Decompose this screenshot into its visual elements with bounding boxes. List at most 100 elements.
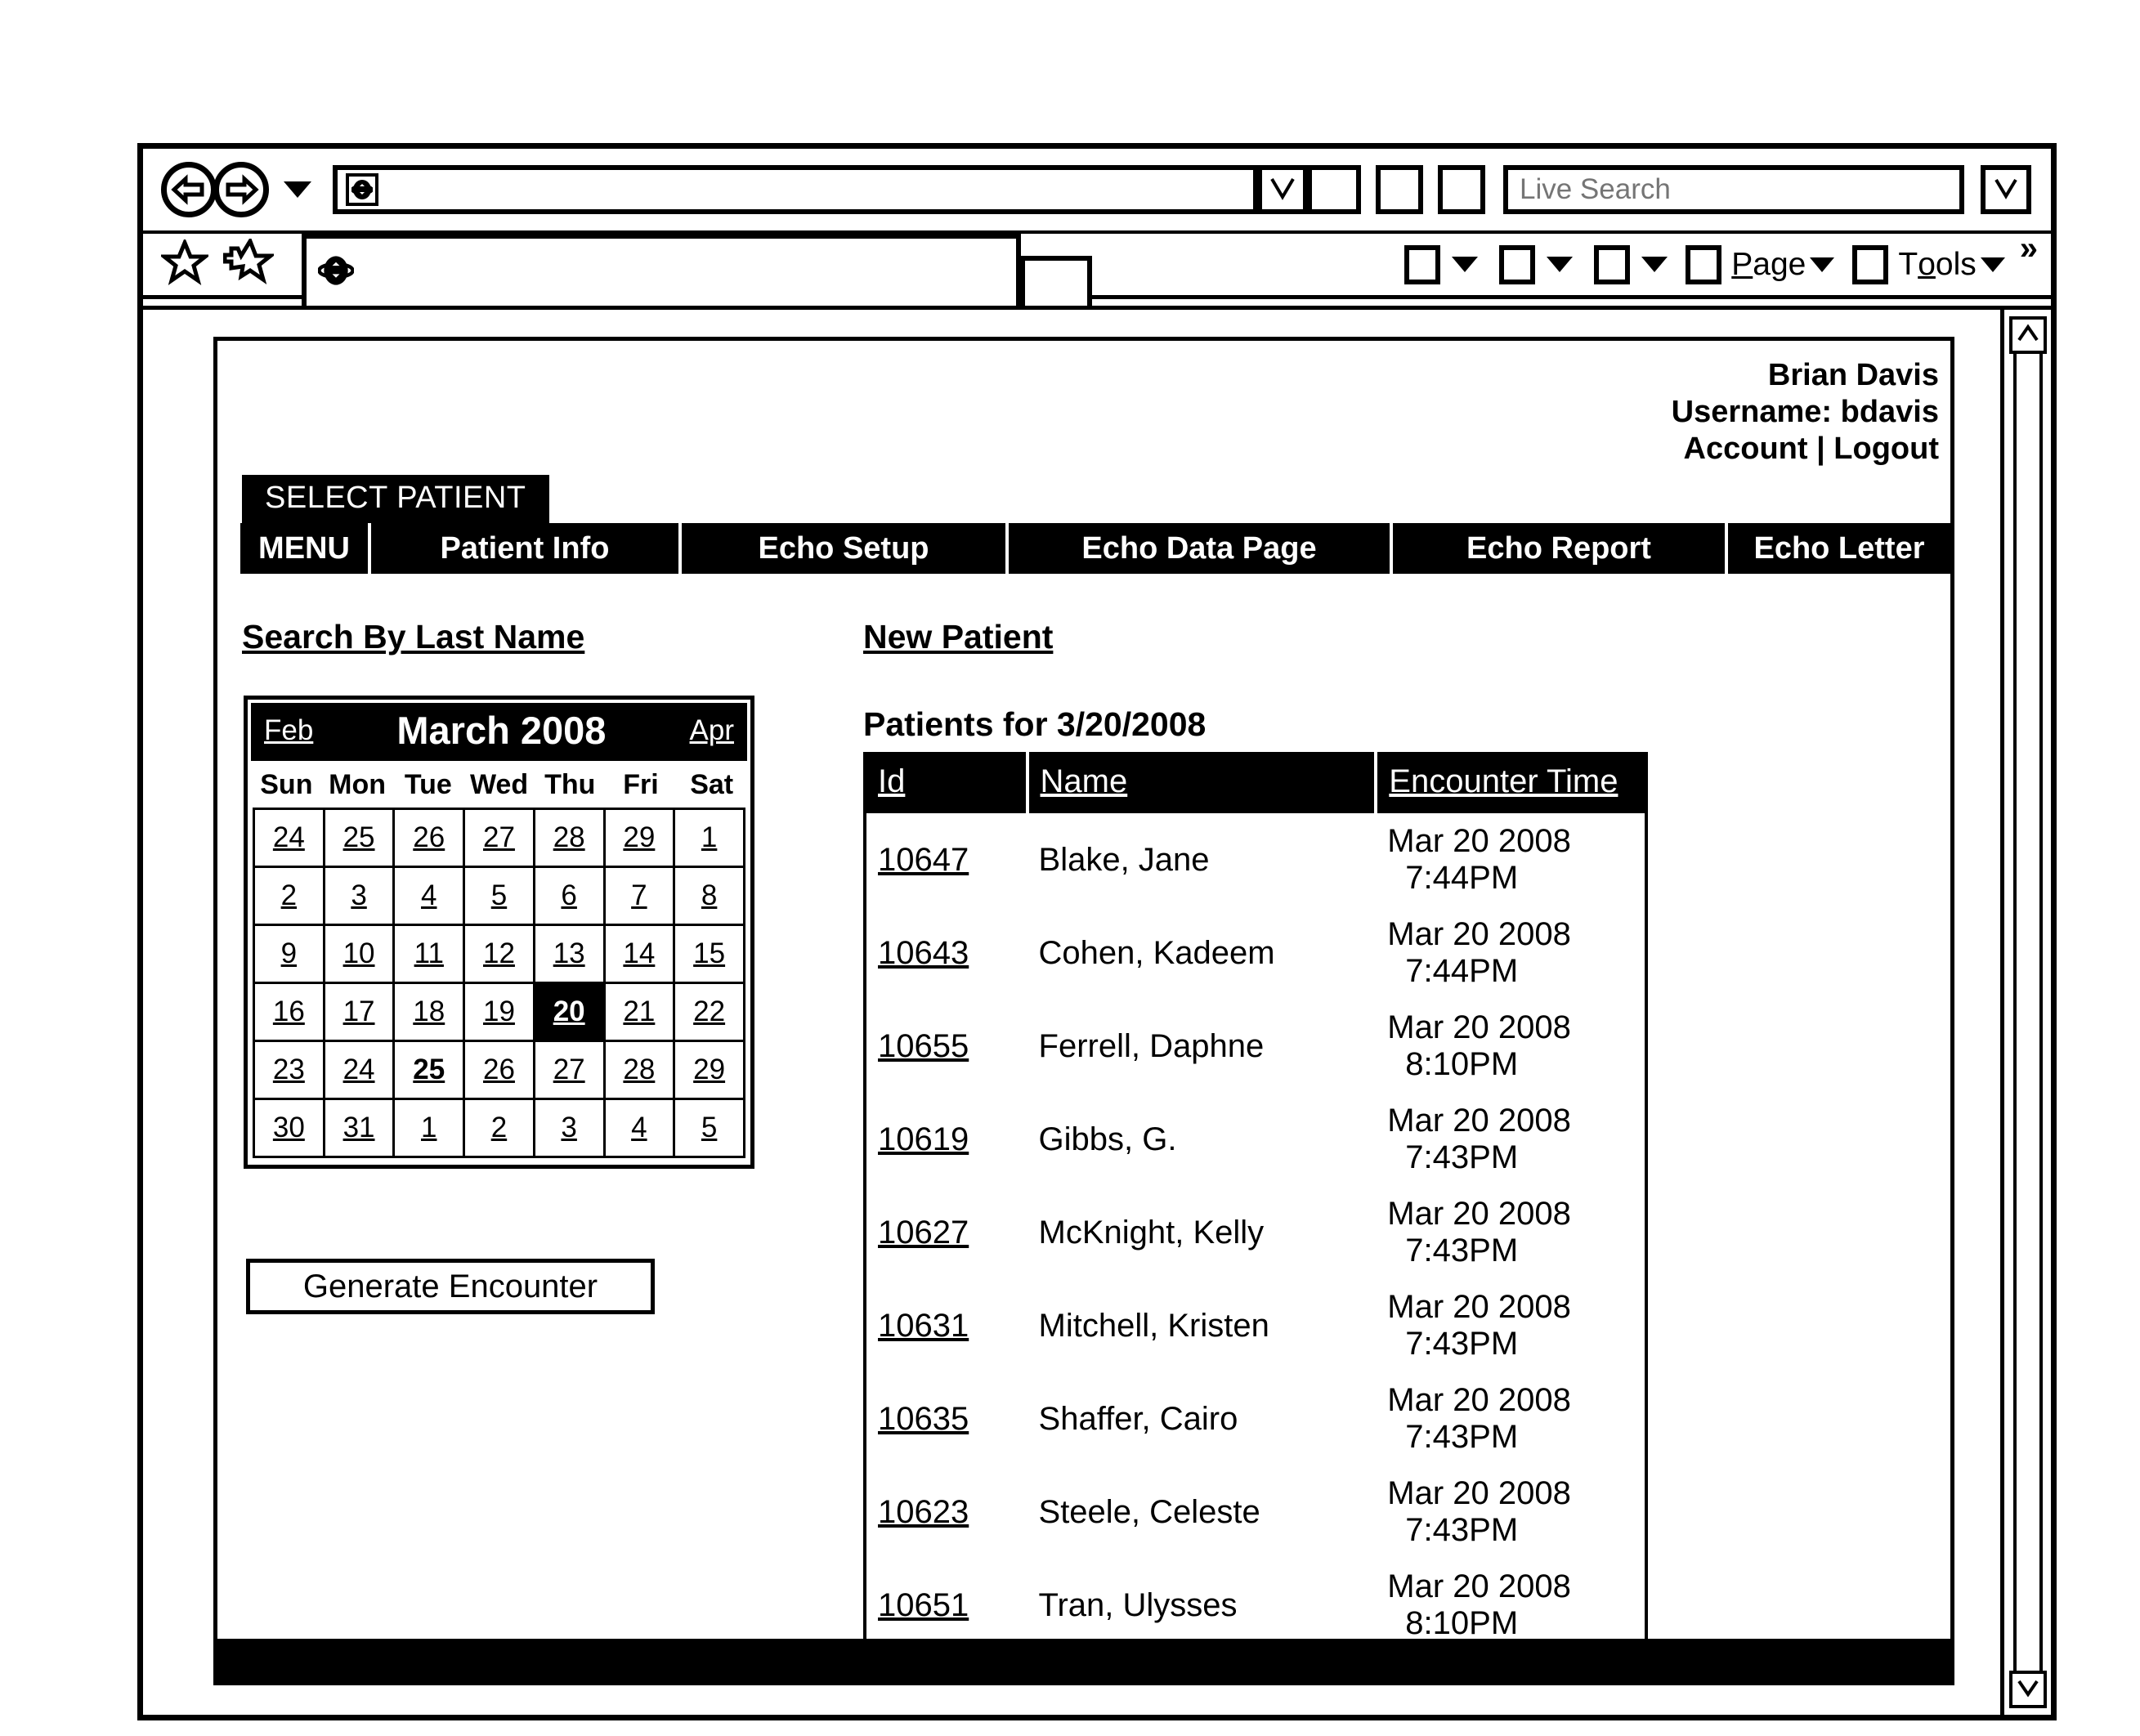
patient-id-link[interactable]: 10635 [878, 1401, 969, 1437]
address-bar[interactable] [333, 165, 1258, 214]
calendar-day-link[interactable]: 8 [701, 879, 717, 912]
calendar-day-cell[interactable]: 12 [463, 924, 535, 985]
calendar-day-link[interactable]: 18 [413, 996, 445, 1028]
calendar-day-link[interactable]: 4 [421, 879, 437, 912]
calendar-day-cell[interactable]: 3 [532, 1098, 606, 1159]
calendar-day-cell[interactable]: 30 [253, 1098, 325, 1159]
tools-menu-button[interactable]: To ols [1898, 247, 2005, 283]
calendar-day-cell[interactable]: 17 [322, 982, 396, 1043]
feeds-icon[interactable] [1499, 244, 1536, 284]
calendar-day-link[interactable]: 27 [483, 821, 515, 854]
calendar-day-cell[interactable]: 27 [463, 808, 535, 869]
calendar-day-link[interactable]: 29 [623, 821, 655, 854]
calendar-day-cell[interactable]: 9 [253, 924, 325, 985]
calendar-day-cell[interactable]: 11 [392, 924, 466, 985]
calendar-day-cell[interactable]: 23 [253, 1040, 325, 1101]
calendar-day-cell[interactable]: 25 [392, 1040, 466, 1101]
address-dropdown-button[interactable] [1257, 165, 1308, 214]
patient-id-link[interactable]: 10623 [878, 1494, 969, 1530]
nav-item-echo-data-page[interactable]: Echo Data Page [1009, 523, 1393, 575]
tools-icon[interactable] [1852, 244, 1889, 284]
calendar-day-link[interactable]: 22 [693, 996, 725, 1028]
calendar-day-link[interactable]: 30 [273, 1112, 305, 1144]
calendar-day-link[interactable]: 25 [413, 1054, 445, 1086]
calendar-prev-month-link[interactable]: Feb [264, 714, 313, 747]
nav-item-patient-info[interactable]: Patient Info [371, 523, 682, 575]
address-input[interactable] [378, 173, 1253, 206]
patient-id-link[interactable]: 10651 [878, 1587, 969, 1623]
calendar-day-link[interactable]: 2 [491, 1112, 507, 1144]
calendar-day-cell[interactable]: 1 [392, 1098, 466, 1159]
calendar-day-cell[interactable]: 4 [392, 866, 466, 927]
browser-tab[interactable] [302, 234, 1021, 306]
calendar-day-link[interactable]: 5 [701, 1112, 717, 1144]
patient-id-link[interactable]: 10643 [878, 935, 969, 971]
calendar-day-link[interactable]: 15 [693, 937, 725, 970]
calendar-day-cell[interactable]: 3 [322, 866, 396, 927]
calendar-day-link[interactable]: 26 [413, 821, 445, 854]
patient-id-link[interactable]: 10647 [878, 842, 969, 878]
calendar-day-cell[interactable]: 13 [532, 924, 606, 985]
calendar-day-cell[interactable]: 29 [673, 1040, 745, 1101]
calendar-day-cell[interactable]: 24 [253, 808, 325, 869]
nav-item-echo-setup[interactable]: Echo Setup [682, 523, 1009, 575]
calendar-day-cell[interactable]: 25 [322, 808, 396, 869]
calendar-day-cell[interactable]: 24 [322, 1040, 396, 1101]
calendar-day-cell[interactable]: 20 [532, 982, 606, 1043]
nav-item-echo-letter[interactable]: Echo Letter [1728, 523, 1950, 574]
calendar-day-link[interactable]: 11 [414, 937, 444, 970]
home-icon[interactable] [1404, 244, 1441, 284]
calendar-day-cell[interactable]: 21 [602, 982, 676, 1043]
calendar-day-link[interactable]: 20 [553, 996, 585, 1028]
column-header-id[interactable]: Id [865, 754, 1029, 814]
star-plus-icon[interactable] [222, 236, 277, 290]
calendar-day-link[interactable]: 29 [693, 1054, 725, 1086]
calendar-day-cell[interactable]: 8 [673, 866, 745, 927]
calendar-day-link[interactable]: 2 [281, 879, 297, 912]
calendar-day-cell[interactable]: 27 [532, 1040, 606, 1101]
nav-item-menu[interactable]: MENU [240, 523, 371, 575]
calendar-day-link[interactable]: 4 [631, 1112, 647, 1144]
calendar-day-cell[interactable]: 16 [253, 982, 325, 1043]
calendar-day-cell[interactable]: 15 [673, 924, 745, 985]
generate-encounter-button[interactable]: Generate Encounter [246, 1259, 655, 1315]
calendar-day-link[interactable]: 27 [553, 1054, 585, 1086]
calendar-day-cell[interactable]: 7 [602, 866, 676, 927]
calendar-day-link[interactable]: 13 [553, 937, 585, 970]
calendar-day-link[interactable]: 9 [281, 937, 297, 970]
chevron-down-icon[interactable] [1547, 257, 1574, 272]
calendar-day-link[interactable]: 21 [623, 996, 655, 1028]
calendar-day-link[interactable]: 6 [561, 879, 576, 912]
search-input[interactable] [1518, 172, 1959, 207]
patient-id-link[interactable]: 10631 [878, 1308, 969, 1344]
chevron-down-icon[interactable] [1641, 257, 1668, 272]
go-button[interactable] [1307, 165, 1361, 214]
calendar-day-cell[interactable]: 4 [602, 1098, 676, 1159]
calendar-day-cell[interactable]: 26 [392, 808, 466, 869]
calendar-day-link[interactable]: 26 [483, 1054, 515, 1086]
stop-button[interactable] [1438, 165, 1485, 214]
calendar-day-link[interactable]: 1 [421, 1112, 437, 1144]
logout-link[interactable]: Logout [1833, 432, 1939, 466]
calendar-day-cell[interactable]: 2 [253, 866, 325, 927]
chevron-down-icon[interactable] [1452, 257, 1479, 272]
calendar-day-link[interactable]: 7 [631, 879, 647, 912]
calendar-day-link[interactable]: 14 [623, 937, 655, 970]
calendar-day-cell[interactable]: 29 [602, 808, 676, 869]
back-button[interactable] [161, 162, 217, 217]
calendar-next-month-link[interactable]: Apr [690, 714, 734, 747]
calendar-day-cell[interactable]: 10 [322, 924, 396, 985]
calendar-day-link[interactable]: 3 [351, 879, 366, 912]
calendar-day-cell[interactable]: 19 [463, 982, 535, 1043]
nav-item-echo-report[interactable]: Echo Report [1393, 523, 1728, 575]
toolbar-overflow-button[interactable]: » [2020, 232, 2038, 265]
calendar-day-link[interactable]: 24 [343, 1054, 375, 1086]
calendar-day-cell[interactable]: 5 [463, 866, 535, 927]
page-icon[interactable] [1686, 244, 1722, 284]
calendar-day-link[interactable]: 23 [273, 1054, 305, 1086]
calendar-day-link[interactable]: 17 [343, 996, 375, 1028]
scroll-up-button[interactable] [2008, 316, 2047, 354]
print-icon[interactable] [1594, 244, 1631, 284]
calendar-day-link[interactable]: 31 [343, 1112, 375, 1144]
calendar-day-cell[interactable]: 18 [392, 982, 466, 1043]
